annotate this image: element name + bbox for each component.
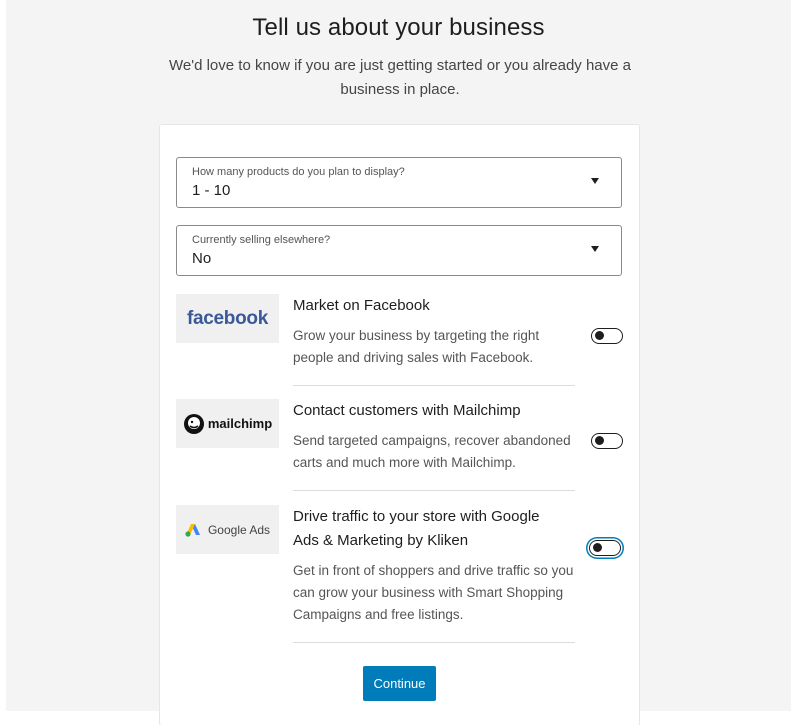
business-details-card: How many products do you plan to display… (160, 125, 639, 725)
extension-description: Send targeted campaigns, recover abandon… (293, 433, 571, 470)
extension-title: Contact customers with Mailchimp (293, 402, 521, 419)
extension-description: Get in front of shoppers and drive traff… (293, 563, 574, 622)
continue-button[interactable]: Continue (363, 666, 436, 701)
facebook-toggle[interactable] (591, 328, 623, 344)
selling-elsewhere-value: No (192, 250, 212, 267)
page-title: Tell us about your business (252, 14, 545, 41)
caret-down-icon (591, 246, 599, 252)
toggle-knob (593, 543, 602, 552)
divider (293, 490, 575, 491)
caret-down-icon (591, 178, 599, 184)
divider (293, 385, 575, 386)
page-subtitle: We'd love to know if you are just gettin… (168, 57, 631, 98)
google-ads-icon (185, 523, 200, 537)
products-count-value: 1 - 10 (192, 182, 231, 199)
google-ads-logo: Google Ads (176, 505, 279, 554)
facebook-logo: facebook (176, 294, 279, 343)
google-ads-logo-text: Google Ads (207, 522, 271, 537)
products-count-label: How many products do you plan to display… (192, 166, 405, 178)
extension-description: Grow your business by targeting the righ… (293, 328, 540, 365)
extension-facebook: facebook Market on Facebook Grow your bu… (176, 294, 623, 384)
mailchimp-logo: mailchimp (176, 399, 279, 448)
products-count-select[interactable]: How many products do you plan to display… (176, 157, 622, 208)
toggle-knob (595, 331, 604, 340)
extension-title: Market on Facebook (293, 297, 430, 314)
mailchimp-freddie-icon (183, 413, 204, 434)
extension-title: Drive traffic to your store with Google … (293, 508, 540, 549)
selling-elsewhere-label: Currently selling elsewhere? (192, 234, 331, 246)
divider (293, 642, 575, 643)
extension-mailchimp: mailchimp Contact customers with Mailchi… (176, 399, 623, 489)
selling-elsewhere-select[interactable]: Currently selling elsewhere? No (176, 225, 622, 276)
google-ads-toggle[interactable] (589, 540, 621, 556)
facebook-logo-text: facebook (186, 307, 268, 329)
mailchimp-logo-text: mailchimp (207, 416, 273, 431)
extension-google-ads: Google Ads Drive traffic to your store w… (176, 505, 622, 645)
mailchimp-toggle[interactable] (591, 433, 623, 449)
toggle-knob (595, 436, 604, 445)
